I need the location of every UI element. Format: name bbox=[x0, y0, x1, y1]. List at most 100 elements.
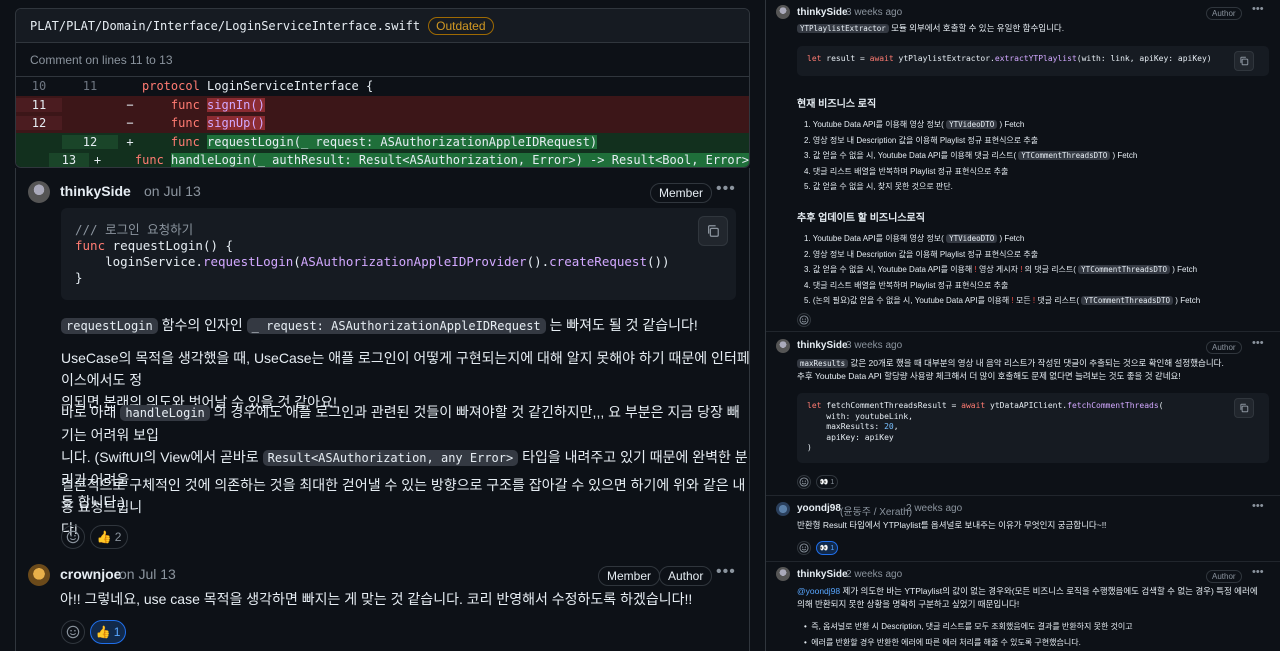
comment-date[interactable]: on Jul 13 bbox=[119, 566, 176, 582]
inline-code: YTCommentThreadsDTO bbox=[1078, 265, 1170, 274]
code-snippet: /// 로그인 요청하기 func requestLogin() { login… bbox=[61, 208, 736, 300]
code-text: ) bbox=[807, 443, 812, 452]
comment-date[interactable]: 2 weeks ago bbox=[846, 569, 902, 580]
diff-new-line-number[interactable]: 11 bbox=[62, 79, 118, 93]
author-badge: Author bbox=[1206, 7, 1242, 20]
list-item: 2. 영상 정보 내 Description 값을 이용해 Playlist 정… bbox=[804, 249, 1039, 259]
avatar[interactable] bbox=[776, 502, 790, 516]
more-options-icon[interactable]: ••• bbox=[1252, 3, 1264, 15]
member-badge: Member bbox=[598, 566, 661, 586]
code-text: loginService. bbox=[75, 254, 203, 269]
code-text: with: youtubeLink, bbox=[807, 411, 913, 421]
inline-code: maxResults bbox=[797, 359, 849, 368]
thumbs-up-reaction[interactable]: 👍 1 bbox=[90, 620, 126, 644]
avatar[interactable] bbox=[776, 339, 790, 353]
comment-author[interactable]: thinkySide bbox=[60, 183, 131, 199]
comment-date[interactable]: 2 weeks ago bbox=[906, 503, 962, 514]
inline-code: Result<ASAuthorization, any Error> bbox=[262, 450, 519, 466]
diff-sign: + bbox=[93, 153, 102, 168]
diff-new-line-number[interactable]: 12 bbox=[62, 134, 118, 149]
comment-author[interactable]: yoondj98 bbox=[797, 503, 841, 514]
more-options-icon[interactable]: ••• bbox=[1252, 566, 1264, 578]
list-item: 2. 영상 정보 내 Description 값을 이용해 Playlist 정… bbox=[804, 135, 1039, 145]
list-text: ) Fetch bbox=[997, 120, 1025, 129]
comment-date[interactable]: 3 weeks ago bbox=[846, 340, 902, 351]
inline-code: _ request: ASAuthorizationAppleIDRequest bbox=[246, 318, 546, 334]
eyes-reaction[interactable]: 👀 1 bbox=[816, 475, 838, 489]
copy-button[interactable] bbox=[698, 216, 728, 246]
thumbs-up-reaction[interactable]: 👍 2 bbox=[90, 525, 128, 549]
more-options-icon[interactable]: ••• bbox=[716, 563, 736, 581]
code-function: fetchCommentThreads bbox=[1067, 401, 1159, 410]
list-item: 4. 댓글 리스트 배열을 반복하며 Playlist 정규 표현식으로 추출 bbox=[804, 166, 1009, 176]
comment-date[interactable]: on Jul 13 bbox=[144, 183, 201, 199]
inline-code: handleLogin bbox=[120, 405, 210, 421]
diff-code-highlight: requestLogin(_ request: ASAuthorizationA… bbox=[207, 134, 598, 149]
list-item: 4. 댓글 리스트 배열을 반복하며 Playlist 정규 표현식으로 추출 bbox=[804, 280, 1009, 290]
diff-code-highlight: signUp() bbox=[207, 116, 265, 131]
avatar[interactable] bbox=[28, 564, 50, 586]
diff-old-line-number[interactable]: 11 bbox=[16, 97, 62, 112]
comment-author[interactable]: thinkySide bbox=[797, 7, 848, 18]
diff-code: func signIn() bbox=[142, 97, 749, 112]
list-text: 에러를 반환할 경우 반환한 에러에 따른 에러 처리를 해줄 수 있도록 구현… bbox=[811, 637, 1081, 647]
comment-author[interactable]: thinkySide bbox=[797, 340, 848, 351]
comment-lines-label: Comment on lines 11 to 13 bbox=[16, 43, 749, 77]
more-options-icon[interactable]: ••• bbox=[716, 180, 736, 198]
diff-sign: − bbox=[126, 116, 134, 131]
list-item: 3. 값 얻을 수 없을 시, Youtube Data API를 이용해 댓글… bbox=[804, 148, 1137, 164]
avatar[interactable] bbox=[776, 567, 790, 581]
comment-text-body: 모듈 외부에서 호출할 수 있는 유일한 함수입니다. bbox=[888, 23, 1065, 33]
list-text: 1. Youtube Data API를 이용해 영상 정보( bbox=[804, 120, 947, 129]
copy-button[interactable] bbox=[1234, 51, 1254, 71]
diff-code-keyword: func bbox=[142, 97, 208, 112]
add-reaction-button[interactable] bbox=[797, 475, 811, 489]
diff-old-line-number[interactable]: 10 bbox=[16, 79, 62, 93]
inline-code: requestLogin bbox=[61, 318, 158, 334]
diff-new-line-number[interactable]: 13 bbox=[48, 153, 89, 167]
code-keyword: func bbox=[75, 238, 106, 253]
add-reaction-button[interactable] bbox=[61, 525, 85, 549]
comment-text: YTPlaylistExtractor 모듈 외부에서 호출할 수 있는 유일한… bbox=[797, 22, 1064, 35]
diff-line-added: 12 + func requestLogin(_ request: ASAuth… bbox=[16, 132, 749, 151]
comment-author-alias: (윤동주 / Xerath) bbox=[840, 507, 913, 518]
comment-date[interactable]: 3 weeks ago bbox=[846, 7, 902, 18]
section-heading: 현재 비즈니스 로직 bbox=[797, 99, 877, 110]
copy-icon bbox=[708, 225, 719, 237]
diff-old-line-number[interactable]: 12 bbox=[16, 116, 62, 131]
list-text: 영상 게시자 bbox=[976, 265, 1021, 274]
add-reaction-button[interactable] bbox=[61, 620, 85, 644]
diff-line-deleted: 12 − func signUp() bbox=[16, 114, 749, 133]
code-text: ( bbox=[293, 254, 301, 269]
member-badge: Member bbox=[650, 183, 713, 203]
avatar[interactable] bbox=[776, 5, 790, 19]
author-badge: Author bbox=[659, 566, 713, 586]
diff-line-added: 13 + func handleLogin(_ authResult: Resu… bbox=[16, 151, 749, 168]
diff-line: 10 11 protocol LoginServiceInterface { bbox=[16, 77, 749, 96]
comment-text: 추후 Youtube Data API 할당량 사용량 체크해서 더 많이 호출… bbox=[797, 371, 1181, 381]
code-text: , bbox=[893, 422, 899, 431]
reaction-count: 1 bbox=[830, 544, 835, 552]
more-options-icon[interactable]: ••• bbox=[1252, 337, 1264, 349]
code-text: ytDataAPIClient. bbox=[985, 401, 1068, 410]
add-reaction-button[interactable] bbox=[797, 541, 811, 555]
reaction-count: 2 bbox=[114, 530, 122, 544]
code-keyword: let bbox=[807, 54, 822, 63]
user-mention-link[interactable]: @yoondj98 bbox=[797, 586, 840, 596]
diff-sign: − bbox=[126, 97, 134, 112]
code-function: ASAuthorizationAppleIDProvider bbox=[300, 254, 527, 269]
diff-line-deleted: 11 − func signIn() bbox=[16, 95, 749, 114]
divider bbox=[766, 561, 1280, 562]
add-reaction-button[interactable] bbox=[797, 313, 811, 327]
paragraph-text: 는 빠져도 될 것 같습니다! bbox=[545, 317, 698, 333]
avatar[interactable] bbox=[28, 181, 50, 203]
more-options-icon[interactable]: ••• bbox=[1252, 500, 1264, 512]
smiley-icon bbox=[66, 625, 80, 639]
file-path[interactable]: PLAT/PLAT/Domain/Interface/LoginServiceI… bbox=[30, 19, 420, 33]
copy-button[interactable] bbox=[1234, 398, 1254, 418]
comment-author[interactable]: thinkySide bbox=[797, 569, 848, 580]
eyes-reaction[interactable]: 👀 1 bbox=[816, 541, 838, 555]
copy-icon bbox=[1240, 403, 1249, 413]
comment-author[interactable]: crownjoe bbox=[60, 566, 121, 582]
comment-text: maxResults 값은 20개로 했을 때 대부분의 영상 내 음악 리스트… bbox=[797, 357, 1224, 370]
